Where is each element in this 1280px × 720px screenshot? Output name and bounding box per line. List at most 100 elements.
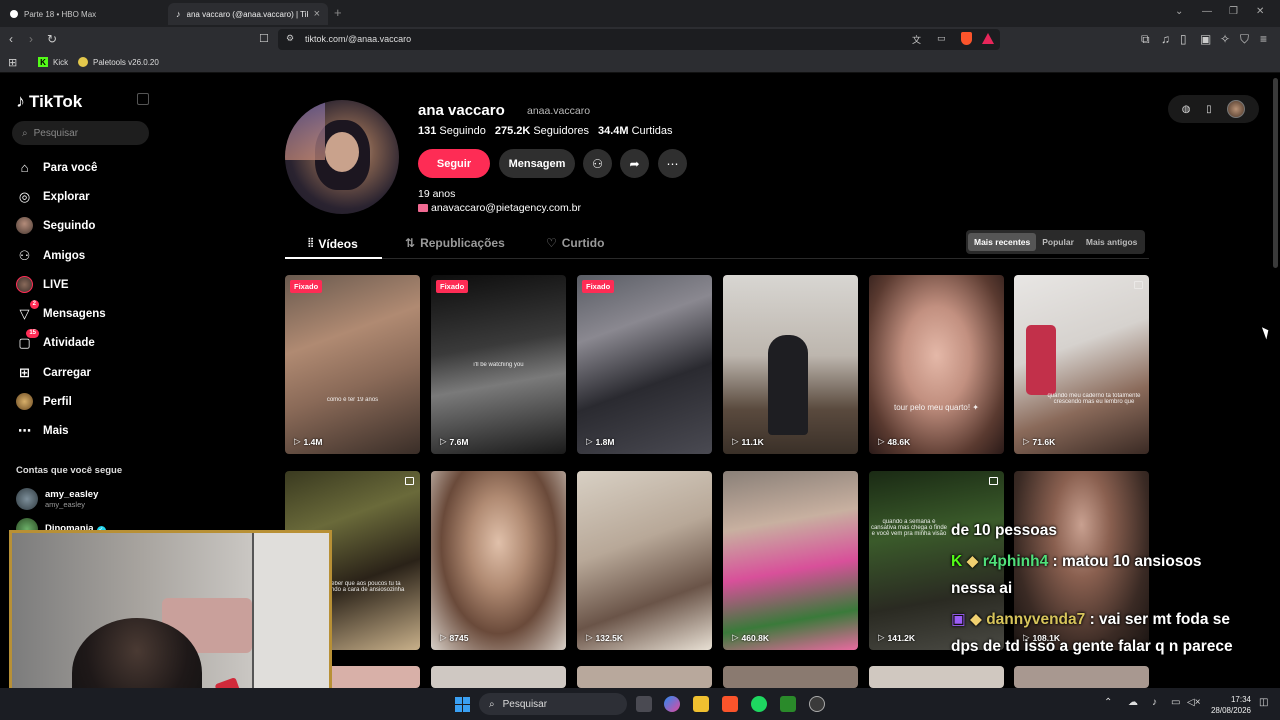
collapse-sidebar-icon[interactable] — [137, 93, 149, 105]
windows-start-icon[interactable] — [455, 697, 470, 712]
sidebar-item-explorar[interactable]: ◎ Explorar — [16, 188, 90, 205]
photo-mode-icon — [989, 477, 998, 485]
share-icon[interactable]: ➦ — [620, 149, 649, 178]
brave-browser-icon[interactable] — [722, 696, 738, 712]
device-icon[interactable]: ▯ — [1206, 104, 1212, 115]
spotify-icon[interactable] — [751, 696, 767, 712]
sidebar-item-mais[interactable]: ⋯ Mais — [16, 422, 69, 439]
tab-search-icon[interactable]: ⌄ — [1175, 6, 1183, 17]
message-button[interactable]: Mensagem — [499, 149, 575, 178]
notifications-icon[interactable]: ◫ — [1259, 697, 1268, 708]
taskbar-search[interactable]: ⌕ Pesquisar — [479, 693, 627, 715]
upload-icon: ⊞ — [19, 364, 30, 380]
sort-option-recent[interactable]: Mais recentes — [968, 233, 1037, 251]
close-tab-icon[interactable]: × — [314, 8, 320, 20]
wallet-icon[interactable]: ▣ — [1200, 32, 1211, 46]
video-card[interactable]: ▷ 460.8K — [723, 471, 858, 650]
sidebar-item-para-voce[interactable]: ⌂ Para você — [16, 159, 98, 176]
account-name: amy_easley — [45, 489, 99, 500]
video-card[interactable]: ▷ 8745 — [431, 471, 566, 650]
video-card[interactable]: quando meu caderno ta totalmente crescen… — [1014, 275, 1149, 454]
browser-tab-hbo[interactable]: Parte 18 • HBO Max — [2, 3, 166, 25]
cast-icon[interactable]: ▭ — [937, 33, 946, 44]
following-stat[interactable]: 131 Seguindo — [418, 125, 486, 137]
address-bar[interactable]: ⚙ tiktok.com/@anaa.vaccaro 文 ▭ — [278, 29, 1000, 50]
network-icon[interactable]: ▭ — [1171, 697, 1180, 708]
xbox-icon[interactable] — [780, 696, 796, 712]
leo-ai-icon[interactable]: ✧ — [1220, 32, 1230, 46]
video-card[interactable] — [869, 666, 1004, 688]
tab-label: Vídeos — [318, 236, 358, 251]
sidebar-item-carregar[interactable]: ⊞ Carregar — [16, 364, 91, 381]
tray-chevron-icon[interactable]: ⌃ — [1104, 697, 1112, 708]
reload-icon[interactable]: ↻ — [47, 32, 57, 46]
onedrive-icon[interactable]: ☁ — [1128, 697, 1138, 708]
sidebar-item-seguindo[interactable]: Seguindo — [16, 217, 95, 234]
search-placeholder: Pesquisar — [33, 127, 79, 139]
coins-icon[interactable]: ◍ — [1182, 104, 1191, 115]
copilot-icon[interactable] — [664, 696, 680, 712]
brave-rewards-icon[interactable] — [982, 33, 994, 44]
apps-grid-icon[interactable]: ⊞ — [8, 56, 17, 69]
live-avatar — [16, 276, 33, 293]
video-card[interactable] — [1014, 666, 1149, 688]
close-window-icon[interactable]: ✕ — [1256, 6, 1264, 17]
sidebar-item-amigos[interactable]: ⚇ Amigos — [16, 247, 86, 264]
tab-videos[interactable]: ⦙⦙ Vídeos — [308, 236, 358, 251]
volume-muted-icon[interactable]: ◁× — [1187, 697, 1201, 708]
obs-icon[interactable] — [809, 696, 825, 712]
back-icon[interactable]: ‹ — [9, 32, 13, 46]
menu-icon[interactable]: ≡ — [1260, 32, 1267, 46]
task-view-icon[interactable] — [636, 696, 652, 712]
more-options-icon[interactable]: ⋯ — [658, 149, 687, 178]
brave-shield-icon[interactable] — [961, 32, 972, 45]
search-input[interactable]: ⌕ Pesquisar — [12, 121, 149, 145]
video-card[interactable] — [431, 666, 566, 688]
music-icon[interactable]: ♫ — [1161, 32, 1170, 46]
microphone-icon[interactable]: ♪ — [1152, 697, 1157, 708]
tab-label: Curtido — [561, 236, 605, 250]
tab-republicacoes[interactable]: ⇅ Republicações — [405, 236, 505, 250]
profile-avatar-large[interactable] — [285, 100, 399, 214]
following-account[interactable]: amy_easley amy_easley — [16, 488, 98, 510]
video-card[interactable] — [577, 666, 712, 688]
page-scrollbar[interactable] — [1273, 78, 1278, 268]
video-card[interactable]: Fixado como é ter 19 anos ▷ 1.4M — [285, 275, 420, 454]
follow-button[interactable]: Seguir — [418, 149, 490, 178]
tab-curtido[interactable]: ♡ Curtido — [546, 236, 604, 250]
video-card[interactable]: tour pelo meu quarto! ✦ ▷ 48.6K — [869, 275, 1004, 454]
bookmark-kick[interactable]: K Kick — [38, 57, 68, 67]
maximize-icon[interactable]: ❐ — [1229, 6, 1238, 17]
browser-tab-tiktok[interactable]: ♪ ana vaccaro (@anaa.vaccaro) | TikTok × — [168, 3, 328, 25]
video-card[interactable] — [723, 666, 858, 688]
taskbar-clock[interactable]: 17:34 28/08/2026 — [1205, 694, 1251, 716]
site-info-icon[interactable]: ⚙ — [286, 33, 294, 44]
extensions-icon[interactable]: ⧉ — [1141, 32, 1150, 47]
add-friend-icon[interactable]: ⚇ — [583, 149, 612, 178]
followers-stat[interactable]: 275.2K Seguidores — [495, 125, 589, 137]
forward-icon[interactable]: › — [29, 32, 33, 46]
sidebar-item-perfil[interactable]: Perfil — [16, 393, 72, 410]
sidebar-item-mensagens[interactable]: ▽ 2 Mensagens — [16, 300, 106, 322]
bookmark-paletools[interactable]: Paletools v26.0.20 — [78, 57, 159, 67]
vpn-icon[interactable]: ⛉ — [1240, 32, 1249, 47]
sidebar-toggle-icon[interactable]: ▯ — [1180, 32, 1187, 46]
new-tab-icon[interactable]: + — [334, 5, 342, 20]
sidebar-item-label: Carregar — [43, 366, 91, 379]
translate-icon[interactable]: 文 — [912, 33, 921, 46]
video-card[interactable]: Fixado ▷ 1.8M — [577, 275, 712, 454]
video-card[interactable]: Fixado i'll be watching you ▷ 7.6M — [431, 275, 566, 454]
account-avatar[interactable] — [1227, 100, 1246, 118]
sidebar-item-atividade[interactable]: ▢ 15 Atividade — [16, 329, 95, 351]
file-explorer-icon[interactable] — [693, 696, 709, 712]
minimize-icon[interactable]: — — [1202, 6, 1212, 17]
sort-option-popular[interactable]: Popular — [1036, 233, 1080, 251]
sort-option-oldest[interactable]: Mais antigos — [1080, 233, 1143, 251]
video-card[interactable]: ▷ 132.5K — [577, 471, 712, 650]
pinned-badge: Fixado — [290, 280, 323, 293]
bookmark-icon[interactable]: ☐ — [259, 32, 269, 45]
sidebar-item-live[interactable]: LIVE — [16, 276, 69, 293]
chat-line: dps de td isso a gente falar q n parece — [951, 638, 1233, 655]
tiktok-logo[interactable]: ♪ TikTok — [16, 91, 82, 112]
video-card[interactable]: ▷ 11.1K — [723, 275, 858, 454]
